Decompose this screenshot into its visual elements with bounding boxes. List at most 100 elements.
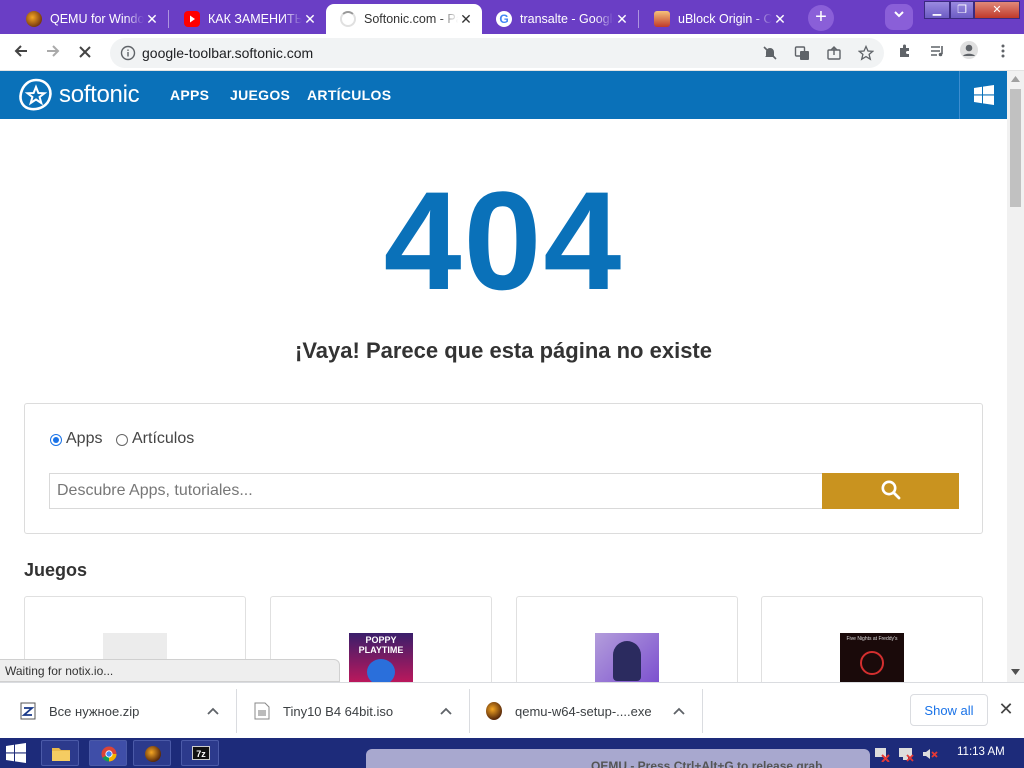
close-icon bbox=[79, 46, 91, 58]
scroll-down-icon[interactable] bbox=[1011, 669, 1020, 675]
download-item[interactable]: Все нужное.zip bbox=[20, 683, 139, 739]
menu-button[interactable] bbox=[990, 40, 1016, 66]
close-shelf-icon[interactable]: ✕ bbox=[996, 699, 1016, 719]
minimize-window-button[interactable]: ▁ bbox=[924, 1, 950, 19]
url-text: google-toolbar.softonic.com bbox=[142, 45, 314, 61]
more-vertical-icon bbox=[1001, 44, 1005, 58]
scroll-up-icon[interactable] bbox=[1011, 76, 1020, 82]
scrollbar-thumb[interactable] bbox=[1010, 89, 1021, 207]
site-header: softonic APPS JUEGOS ARTÍCULOS bbox=[0, 71, 1007, 119]
show-all-downloads-button[interactable]: Show all bbox=[910, 694, 988, 726]
tab-title: КАК ЗАМЕНИТЬ HDD bbox=[208, 12, 302, 26]
share-icon[interactable] bbox=[826, 45, 842, 61]
extensions-button[interactable] bbox=[892, 40, 918, 66]
download-item[interactable]: qemu-w64-setup-....exe bbox=[486, 683, 652, 739]
chrome-icon bbox=[101, 746, 117, 762]
taskbar-chrome[interactable] bbox=[89, 740, 127, 766]
anime-avatar-thumbnail bbox=[595, 633, 659, 685]
close-tab-icon[interactable]: ✕ bbox=[458, 11, 474, 27]
radio-articulos[interactable] bbox=[116, 434, 128, 446]
search-icon bbox=[881, 480, 900, 499]
arrow-right-icon bbox=[47, 45, 60, 57]
youtube-icon bbox=[184, 11, 200, 27]
close-tab-icon[interactable]: ✕ bbox=[614, 11, 630, 27]
close-window-button[interactable]: ✕ bbox=[974, 1, 1020, 19]
notifications-blocked-icon[interactable] bbox=[762, 45, 778, 61]
qemu-icon bbox=[486, 702, 502, 720]
softonic-logo-icon[interactable] bbox=[17, 77, 55, 113]
network-icon[interactable] bbox=[874, 746, 890, 762]
stop-loading-button[interactable] bbox=[72, 40, 98, 66]
vertical-scrollbar[interactable] bbox=[1007, 71, 1024, 682]
tab-title: Softonic.com - Página bbox=[364, 12, 458, 26]
taskbar-7zip[interactable]: 7z bbox=[181, 740, 219, 766]
address-bar[interactable]: google-toolbar.softonic.com bbox=[110, 38, 884, 68]
close-tab-icon[interactable]: ✕ bbox=[302, 11, 318, 27]
display-icon[interactable] bbox=[898, 746, 914, 762]
tab-title: transalte - Google Search bbox=[520, 12, 614, 26]
close-tab-icon[interactable]: ✕ bbox=[144, 11, 160, 27]
system-clock[interactable]: 11:13 AM bbox=[957, 746, 1005, 758]
tab-youtube[interactable]: КАК ЗАМЕНИТЬ HDD ✕ bbox=[170, 4, 326, 34]
windows-logo-icon bbox=[974, 85, 994, 105]
section-title-juegos: Juegos bbox=[24, 560, 88, 580]
poppy-playtime-thumbnail: POPPY PLAYTIME bbox=[349, 633, 413, 685]
nav-apps[interactable]: APPS bbox=[170, 87, 209, 103]
chevron-down-icon bbox=[894, 11, 904, 18]
chevron-up-icon[interactable] bbox=[205, 703, 221, 719]
arrow-left-icon bbox=[14, 45, 27, 57]
back-button[interactable] bbox=[8, 40, 34, 66]
avatar-icon bbox=[960, 41, 978, 59]
taskbar-qemu[interactable] bbox=[133, 740, 171, 766]
error-code: 404 bbox=[383, 162, 624, 319]
start-button[interactable] bbox=[6, 743, 28, 763]
puzzle-icon bbox=[900, 44, 909, 57]
platform-selector-button[interactable] bbox=[959, 71, 1007, 119]
search-button[interactable] bbox=[822, 473, 959, 509]
playlist-icon bbox=[931, 46, 943, 57]
restore-window-button[interactable]: ❐ bbox=[950, 1, 974, 19]
loading-spinner-icon bbox=[340, 11, 356, 27]
taskbar-explorer[interactable] bbox=[41, 740, 79, 766]
tab-search-button[interactable] bbox=[885, 4, 913, 30]
zip-file-icon bbox=[20, 702, 36, 720]
translate-icon[interactable] bbox=[794, 45, 810, 61]
chevron-up-icon[interactable] bbox=[438, 703, 454, 719]
error-message: ¡Vaya! Parece que esta página no existe bbox=[295, 338, 712, 363]
tab-softonic[interactable]: Softonic.com - Página ✕ bbox=[326, 4, 482, 34]
game-card[interactable] bbox=[516, 596, 738, 686]
tab-google[interactable]: G transalte - Google Search ✕ bbox=[482, 4, 638, 34]
browser-toolbar: google-toolbar.softonic.com bbox=[0, 34, 1024, 71]
info-icon[interactable] bbox=[120, 45, 136, 61]
folder-icon bbox=[52, 748, 70, 761]
download-filename: Все нужное.zip bbox=[49, 703, 140, 719]
download-item[interactable]: Tiny10 B4 64bit.iso bbox=[254, 683, 393, 739]
chevron-up-icon[interactable] bbox=[671, 703, 687, 719]
radio-articulos-label[interactable]: Artículos bbox=[132, 430, 194, 448]
game-card[interactable]: Five Nights at Freddy's bbox=[761, 596, 983, 686]
nav-articulos[interactable]: ARTÍCULOS bbox=[307, 87, 391, 103]
close-tab-icon[interactable]: ✕ bbox=[772, 11, 788, 27]
qemu-icon bbox=[145, 746, 161, 762]
iso-file-icon bbox=[254, 702, 270, 720]
nav-juegos[interactable]: JUEGOS bbox=[230, 87, 290, 103]
forward-button[interactable] bbox=[40, 40, 66, 66]
status-bar: Waiting for notix.io... bbox=[0, 659, 340, 682]
tab-title: QEMU for Windows bbox=[50, 12, 144, 26]
radio-apps[interactable] bbox=[50, 434, 62, 446]
search-input[interactable] bbox=[49, 473, 823, 509]
new-tab-button[interactable]: + bbox=[808, 5, 834, 31]
tab-ublock[interactable]: uBlock Origin - Chrome ✕ bbox=[640, 4, 796, 34]
windows-logo-icon bbox=[6, 743, 26, 763]
tab-title: uBlock Origin - Chrome bbox=[678, 12, 772, 26]
tab-qemu[interactable]: QEMU for Windows ✕ bbox=[12, 4, 168, 34]
taskbar: 7z QEMU - Press Ctrl+Alt+G to release gr… bbox=[0, 738, 1024, 768]
search-panel: Apps Artículos bbox=[24, 403, 983, 534]
bookmark-star-icon[interactable] bbox=[857, 44, 875, 61]
site-logo[interactable]: softonic bbox=[59, 81, 140, 109]
volume-icon[interactable] bbox=[922, 746, 938, 762]
media-control-button[interactable] bbox=[924, 40, 950, 66]
radio-apps-label[interactable]: Apps bbox=[66, 430, 102, 448]
qemu-notification: QEMU - Press Ctrl+Alt+G to release grab bbox=[366, 749, 870, 768]
profile-button[interactable] bbox=[956, 40, 982, 66]
